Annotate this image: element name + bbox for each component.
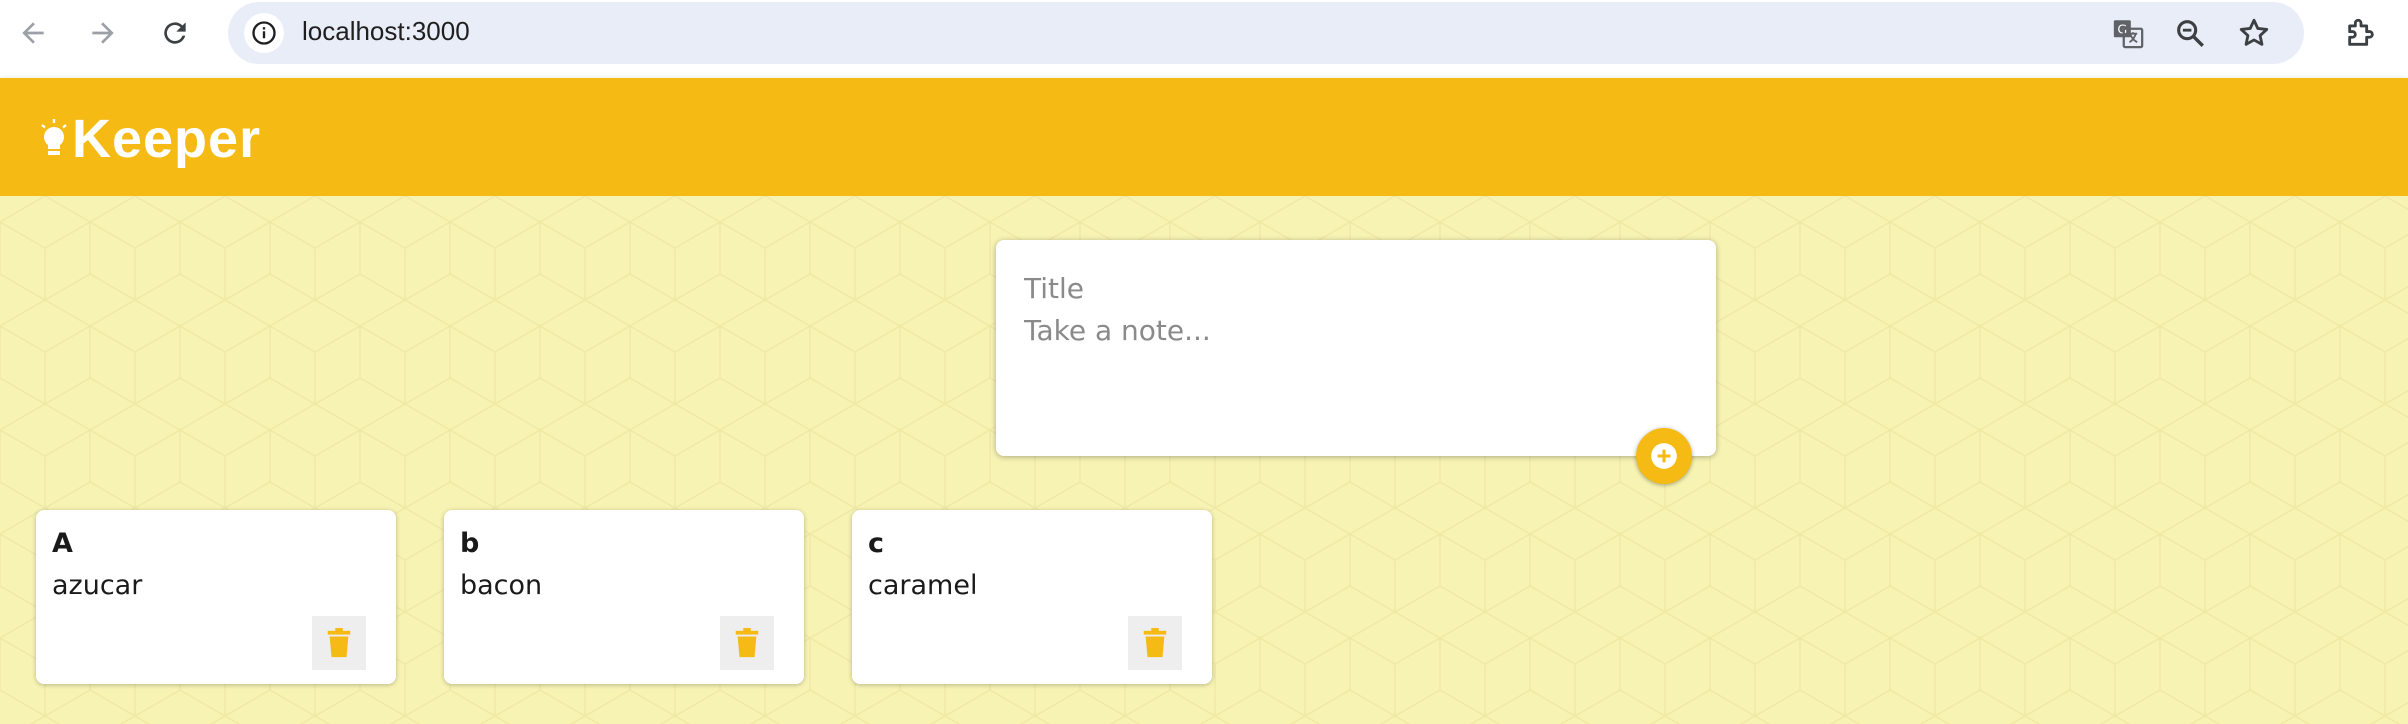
delete-note-button[interactable] [1128, 616, 1182, 670]
zoom-button[interactable] [2170, 13, 2210, 53]
create-note-form [996, 240, 1716, 456]
lightbulb-icon [41, 119, 67, 155]
trash-icon [327, 628, 351, 658]
note-content-input[interactable] [1024, 314, 1684, 424]
translate-icon: G [2113, 20, 2144, 49]
note-card: A azucar [36, 510, 396, 684]
forward-button[interactable] [78, 8, 128, 58]
delete-note-button[interactable] [720, 616, 774, 670]
trash-icon [1143, 628, 1167, 658]
trash-icon [735, 628, 759, 658]
reload-button[interactable] [150, 8, 200, 58]
arrow-left-icon [22, 22, 44, 44]
delete-note-button[interactable] [312, 616, 366, 670]
back-button[interactable] [8, 8, 58, 58]
bookmark-button[interactable] [2234, 13, 2274, 53]
address-bar[interactable]: localhost:3000 G [228, 2, 2304, 64]
note-card: c caramel [852, 510, 1212, 684]
star-icon [2239, 18, 2269, 46]
app-title: Keeper [72, 109, 262, 169]
extensions-button[interactable] [2336, 8, 2386, 58]
svg-text:G: G [2117, 23, 2127, 38]
add-note-button[interactable] [1636, 428, 1692, 484]
arrow-right-icon [92, 22, 114, 44]
site-info-button[interactable] [244, 13, 284, 53]
app-header: Keeper [0, 78, 2408, 196]
url-text[interactable]: localhost:3000 [302, 16, 470, 47]
note-card: b bacon [444, 510, 804, 684]
note-title: A [52, 528, 73, 559]
puzzle-icon [2348, 18, 2374, 46]
note-title: b [460, 528, 480, 559]
info-icon [252, 21, 276, 45]
note-content: bacon [460, 570, 543, 601]
note-content: caramel [868, 570, 978, 601]
note-title: c [868, 528, 885, 559]
app-logo[interactable]: Keeper [40, 108, 261, 170]
note-content: azucar [52, 570, 143, 601]
reload-icon [164, 22, 186, 44]
zoom-out-icon [2177, 20, 2204, 47]
translate-button[interactable]: G [2108, 13, 2148, 53]
note-title-input[interactable] [1024, 268, 1684, 308]
plus-circle-icon [1651, 443, 1677, 469]
browser-toolbar: localhost:3000 G [0, 0, 2408, 78]
